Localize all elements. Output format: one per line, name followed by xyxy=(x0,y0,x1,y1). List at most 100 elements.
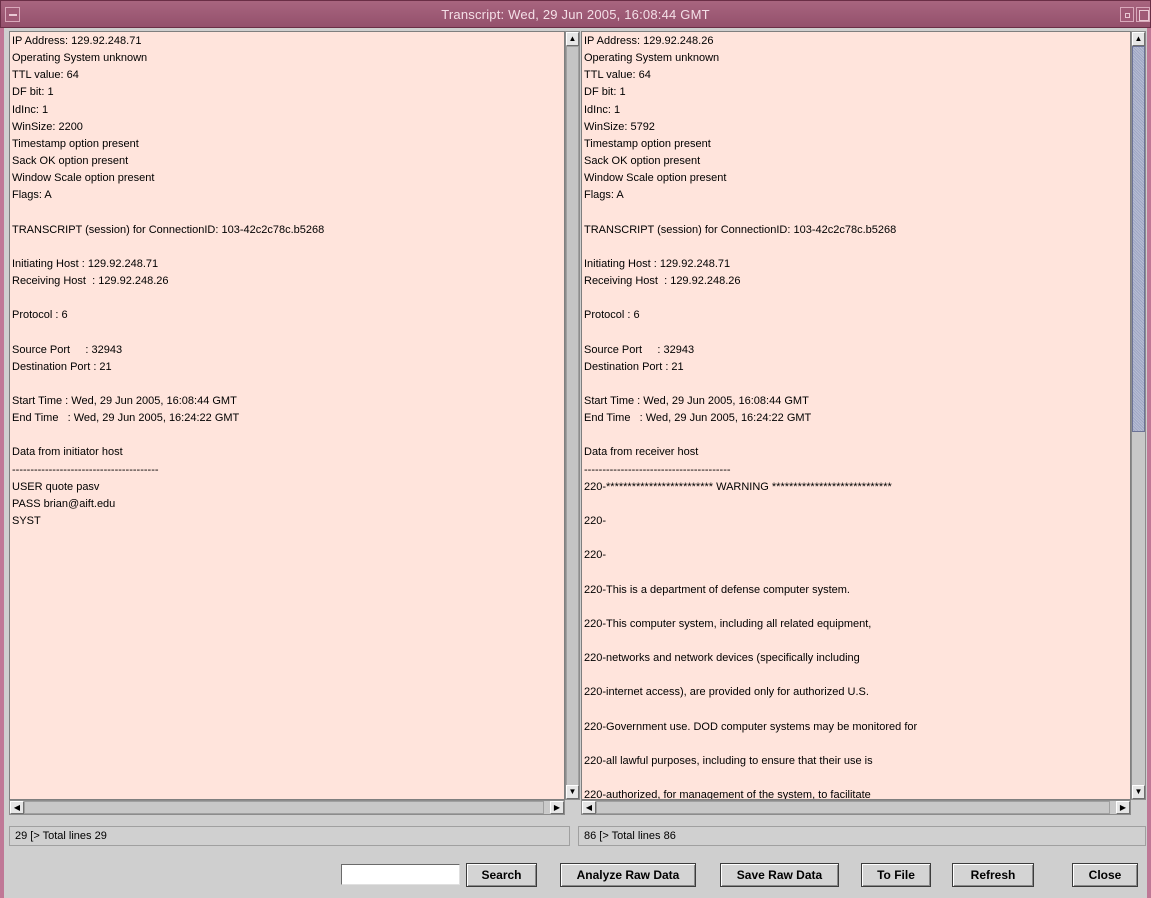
transcript-line xyxy=(12,204,324,221)
transcript-line: Operating System unknown xyxy=(12,52,148,65)
transcript-line: 220-all lawful purposes, including to en… xyxy=(584,754,873,767)
transcript-line: Source Port : 32943 xyxy=(12,343,123,356)
close-button[interactable]: Close xyxy=(1072,863,1138,887)
arrow-up-icon[interactable]: ▲ xyxy=(566,32,579,46)
transcript-line: Timestamp option present xyxy=(584,137,711,150)
transcript-line: SYST xyxy=(12,514,41,527)
transcript-line xyxy=(12,324,324,341)
transcript-line: Operating System unknown xyxy=(584,52,720,65)
transcript-line xyxy=(12,376,324,393)
transcript-line: IP Address: 129.92.248.26 xyxy=(584,35,714,47)
transcript-line: TTL value: 64 xyxy=(584,69,651,82)
initiator-vertical-scrollbar[interactable]: ▲ ▼ xyxy=(565,31,580,800)
arrow-right-icon[interactable]: ▶ xyxy=(550,801,564,814)
arrow-down-icon[interactable]: ▼ xyxy=(1132,785,1145,799)
transcript-line: 220-Government use. DOD computer systems… xyxy=(584,720,918,733)
transcript-line xyxy=(12,427,324,444)
transcript-line xyxy=(584,239,917,256)
transcript-line: WinSize: 2200 xyxy=(12,120,83,133)
transcript-line xyxy=(584,496,917,513)
refresh-button[interactable]: Refresh xyxy=(952,863,1034,887)
initiator-line-count-status: 29 [> Total lines 29 xyxy=(9,826,570,846)
transcript-line xyxy=(584,564,917,581)
transcript-line: Receiving Host : 129.92.248.26 xyxy=(584,274,741,287)
transcript-line xyxy=(584,770,917,787)
transcript-line: TRANSCRIPT (session) for ConnectionID: 1… xyxy=(12,223,325,236)
search-button[interactable]: Search xyxy=(466,863,537,887)
transcript-line: Destination Port : 21 xyxy=(12,360,112,373)
transcript-line: ---------------------------------------- xyxy=(584,463,731,476)
transcript-line: Destination Port : 21 xyxy=(584,360,684,373)
transcript-line: USER quote pasv xyxy=(12,480,100,493)
receiver-transcript-text: IP Address: 129.92.248.26 Operating Syste… xyxy=(584,33,918,799)
transcript-line: Start Time : Wed, 29 Jun 2005, 16:08:44 … xyxy=(12,394,237,407)
transcript-line: DF bit: 1 xyxy=(12,86,54,99)
transcript-line: Protocol : 6 xyxy=(584,309,640,322)
transcript-line: 220- xyxy=(584,549,607,562)
scrollbar-thumb[interactable] xyxy=(596,801,1110,814)
transcript-line: Flags: A xyxy=(12,189,52,202)
analyze-raw-data-button[interactable]: Analyze Raw Data xyxy=(560,863,696,887)
transcript-line xyxy=(584,290,917,307)
receiver-horizontal-scrollbar[interactable]: ◀ ▶ xyxy=(581,800,1131,815)
transcript-line: 220-networks and network devices (specif… xyxy=(584,652,860,665)
transcript-line: 220-internet access), are provided only … xyxy=(584,686,869,699)
transcript-line: Data from initiator host xyxy=(12,446,123,459)
arrow-down-icon[interactable]: ▼ xyxy=(566,785,579,799)
transcript-line: 220- xyxy=(584,514,607,527)
transcript-line: IP Address: 129.92.248.71 xyxy=(12,35,142,47)
scrollbar-thumb[interactable] xyxy=(1132,46,1145,432)
transcript-line: Window Scale option present xyxy=(584,172,727,185)
search-input[interactable] xyxy=(341,864,460,885)
arrow-left-icon[interactable]: ◀ xyxy=(582,801,596,814)
transcript-line: Sack OK option present xyxy=(12,154,129,167)
window-right-border xyxy=(1147,28,1151,898)
initiator-transcript-text: IP Address: 129.92.248.71 Operating Syste… xyxy=(12,33,324,530)
minimize-icon[interactable] xyxy=(1120,7,1134,22)
transcript-line: Flags: A xyxy=(584,189,624,202)
transcript-line xyxy=(584,427,917,444)
transcript-line: Source Port : 32943 xyxy=(584,343,695,356)
scrollbar-thumb[interactable] xyxy=(24,801,544,814)
transcript-line xyxy=(584,376,917,393)
transcript-line: Sack OK option present xyxy=(584,154,701,167)
initiator-transcript-pane[interactable]: IP Address: 129.92.248.71 Operating Syste… xyxy=(9,31,565,800)
arrow-left-icon[interactable]: ◀ xyxy=(10,801,24,814)
transcript-line: IdInc: 1 xyxy=(584,103,621,116)
window-left-border xyxy=(0,28,4,898)
transcript-line: TRANSCRIPT (session) for ConnectionID: 1… xyxy=(584,223,897,236)
transcript-line: Start Time : Wed, 29 Jun 2005, 16:08:44 … xyxy=(584,394,809,407)
transcript-line: ---------------------------------------- xyxy=(12,463,159,476)
transcript-line xyxy=(584,599,917,616)
transcript-line: WinSize: 5792 xyxy=(584,120,655,133)
window-titlebar[interactable]: Transcript: Wed, 29 Jun 2005, 16:08:44 G… xyxy=(0,0,1151,28)
transcript-line xyxy=(12,290,324,307)
transcript-line xyxy=(584,633,917,650)
transcript-line xyxy=(584,667,917,684)
transcript-line: Initiating Host : 129.92.248.71 xyxy=(584,257,731,270)
transcript-line: 220-This computer system, including all … xyxy=(584,617,872,630)
arrow-up-icon[interactable]: ▲ xyxy=(1132,32,1145,46)
window-title: Transcript: Wed, 29 Jun 2005, 16:08:44 G… xyxy=(441,7,710,22)
receiver-transcript-pane[interactable]: IP Address: 129.92.248.26 Operating Syste… xyxy=(581,31,1131,800)
to-file-button[interactable]: To File xyxy=(861,863,931,887)
receiver-line-count-status: 86 [> Total lines 86 xyxy=(578,826,1146,846)
transcript-line: Data from receiver host xyxy=(584,446,699,459)
transcript-line: Protocol : 6 xyxy=(12,309,68,322)
transcript-line: End Time : Wed, 29 Jun 2005, 16:24:22 GM… xyxy=(584,412,812,425)
transcript-line: DF bit: 1 xyxy=(584,86,626,99)
transcript-line xyxy=(584,736,917,753)
initiator-horizontal-scrollbar[interactable]: ◀ ▶ xyxy=(9,800,565,815)
transcript-line: TTL value: 64 xyxy=(12,69,79,82)
save-raw-data-button[interactable]: Save Raw Data xyxy=(720,863,839,887)
scrollbar-thumb[interactable] xyxy=(566,46,579,786)
transcript-line xyxy=(584,324,917,341)
maximize-icon[interactable] xyxy=(1136,7,1150,22)
transcript-line: Window Scale option present xyxy=(12,172,155,185)
arrow-right-icon[interactable]: ▶ xyxy=(1116,801,1130,814)
receiver-vertical-scrollbar[interactable]: ▲ ▼ xyxy=(1131,31,1146,800)
transcript-line: 220-************************* WARNING **… xyxy=(584,480,892,493)
transcript-line: Initiating Host : 129.92.248.71 xyxy=(12,257,159,270)
transcript-line: Receiving Host : 129.92.248.26 xyxy=(12,274,169,287)
transcript-line xyxy=(584,204,917,221)
